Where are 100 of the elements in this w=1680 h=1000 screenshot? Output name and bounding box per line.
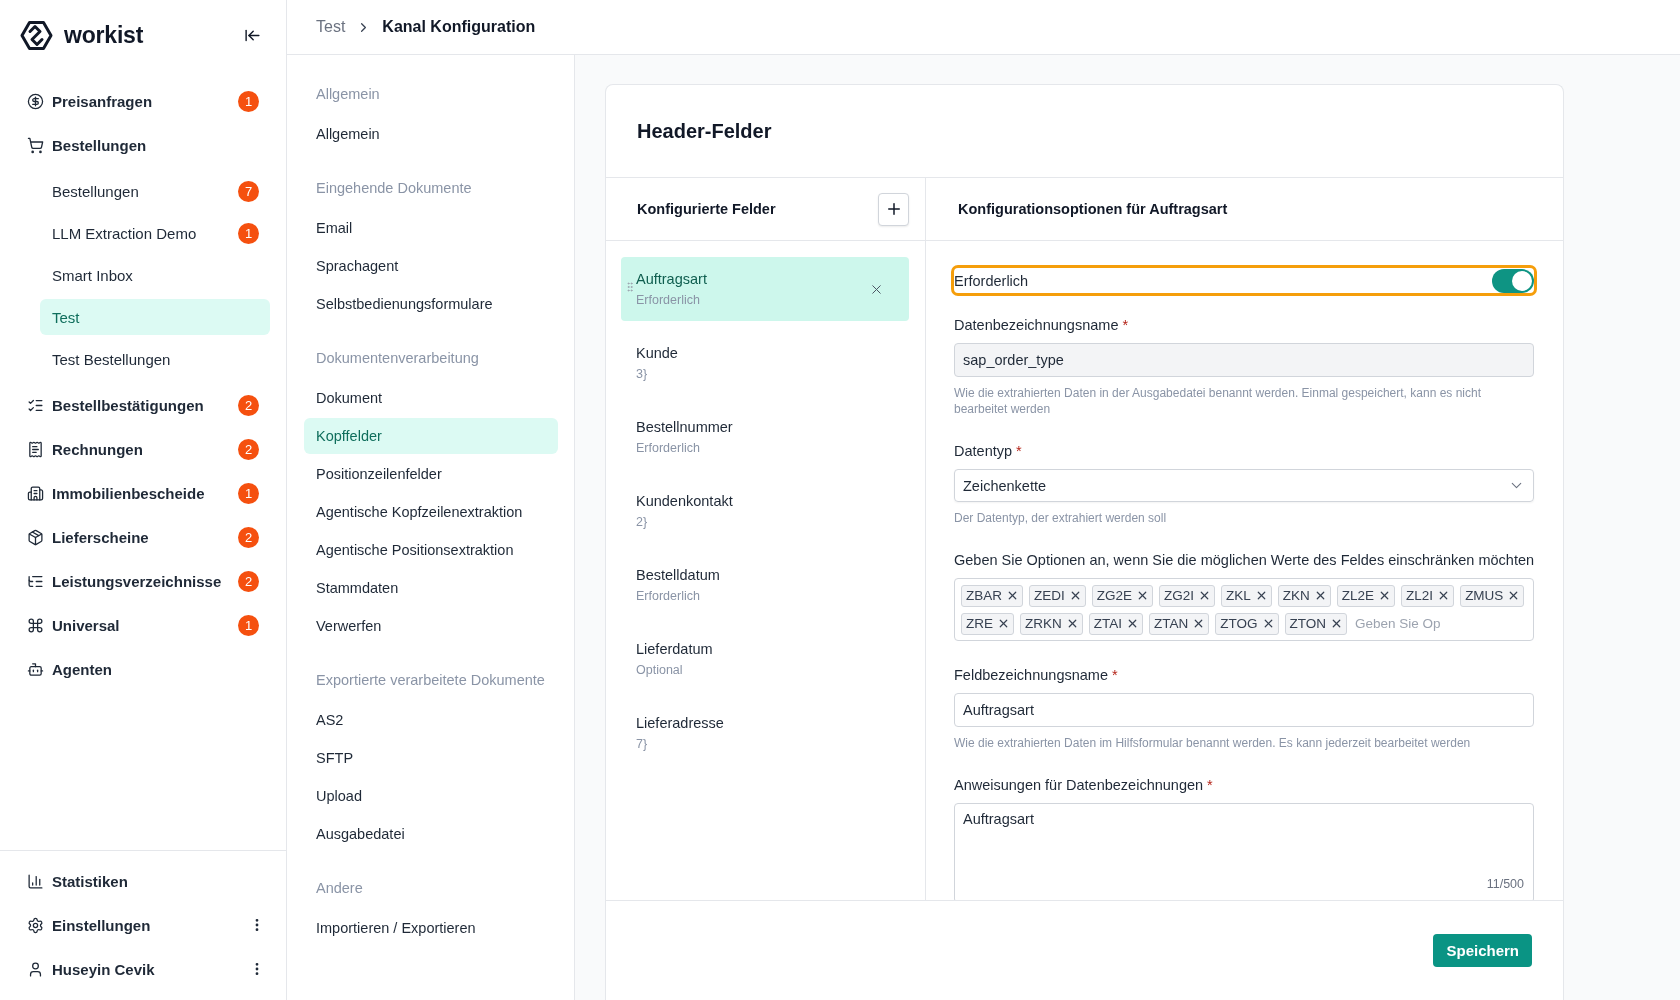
nav-item[interactable]: Statistiken bbox=[0, 859, 286, 903]
count-badge: 1 bbox=[238, 614, 259, 636]
close-icon[interactable] bbox=[997, 617, 1010, 630]
nav-item[interactable]: Universal 1 bbox=[0, 603, 286, 647]
settings-nav-item[interactable]: Stammdaten bbox=[304, 570, 558, 606]
nav-item[interactable]: Bestellungen bbox=[0, 123, 286, 167]
settings-nav-item[interactable]: Importieren / Exportieren bbox=[304, 910, 558, 946]
nav-subitem[interactable]: Smart Inbox bbox=[40, 257, 270, 293]
option-tag[interactable]: ZMUS bbox=[1460, 584, 1525, 607]
column-title: Konfigurierte Felder bbox=[637, 201, 776, 217]
settings-nav-item[interactable]: Upload bbox=[304, 778, 558, 814]
nav-item[interactable]: Rechnungen 2 bbox=[0, 427, 286, 471]
settings-nav-item[interactable]: Sprachagent bbox=[304, 248, 558, 284]
option-tag[interactable]: ZRE bbox=[961, 612, 1014, 635]
nav-subitem[interactable]: Test bbox=[40, 299, 270, 335]
nav-item[interactable]: Leistungsverzeichnisse 2 bbox=[0, 559, 286, 603]
settings-nav-item[interactable]: Agentische Kopfzeilenextraktion bbox=[304, 494, 558, 530]
section-heading: Eingehende Dokumente bbox=[315, 179, 473, 198]
option-tag[interactable]: ZRKN bbox=[1020, 612, 1083, 635]
help-text: Der Datentyp, der extrahiert werden soll bbox=[954, 510, 1168, 526]
field-label: Anweisungen für Datenbezeichnungen * bbox=[954, 776, 1214, 795]
toggle-switch[interactable] bbox=[1492, 268, 1534, 293]
settings-nav-item[interactable]: Allgemein bbox=[304, 116, 558, 152]
robot-icon bbox=[27, 660, 44, 678]
option-tag[interactable]: ZG2E bbox=[1091, 584, 1154, 607]
option-tag[interactable]: ZL2I bbox=[1401, 584, 1455, 607]
close-icon[interactable] bbox=[1006, 589, 1019, 602]
field-list-item[interactable]: Lieferadresse 7} bbox=[621, 701, 909, 765]
field-list-item[interactable]: Lieferdatum Optional bbox=[621, 627, 909, 691]
option-tag[interactable]: ZL2E bbox=[1336, 584, 1396, 607]
card-title: Header-Felder bbox=[637, 119, 772, 143]
nav-item[interactable]: Einstellungen bbox=[0, 903, 286, 947]
settings-nav-item[interactable]: Selbstbedienungsformulare bbox=[304, 286, 558, 322]
field-list-item[interactable]: Bestelldatum Erforderlich bbox=[621, 553, 909, 617]
select-field[interactable]: Zeichenkette bbox=[954, 469, 1534, 502]
dollar-circle-icon bbox=[27, 92, 44, 110]
section-heading: Andere bbox=[315, 879, 364, 898]
settings-icon bbox=[27, 916, 44, 934]
field-list-item[interactable]: Kunde 3} bbox=[621, 331, 909, 395]
field-list-item[interactable]: Auftragsart Erforderlich bbox=[621, 257, 909, 321]
count-badge: 7 bbox=[238, 180, 259, 202]
cart-icon bbox=[27, 136, 44, 154]
logo-text: workist bbox=[64, 21, 144, 49]
count-badge: 1 bbox=[238, 482, 259, 504]
nav-item[interactable]: Lieferscheine 2 bbox=[0, 515, 286, 559]
settings-nav-item[interactable]: Kopffelder bbox=[304, 418, 558, 454]
settings-nav-item[interactable]: SFTP bbox=[304, 740, 558, 776]
option-tag[interactable]: ZTOG bbox=[1215, 612, 1279, 635]
option-tag[interactable]: ZTAI bbox=[1088, 612, 1143, 635]
nav-item[interactable]: Immobilienbescheide 1 bbox=[0, 471, 286, 515]
nav-item[interactable]: Preisanfragen 1 bbox=[0, 79, 286, 123]
field-list-item[interactable]: Kundenkontakt 2} bbox=[621, 479, 909, 543]
character-counter: 11/500 bbox=[1486, 877, 1524, 891]
count-badge: 1 bbox=[238, 90, 259, 112]
breadcrumb-link[interactable]: Test bbox=[316, 18, 346, 36]
settings-nav-item[interactable]: Ausgabedatei bbox=[304, 816, 558, 852]
command-icon bbox=[27, 616, 44, 634]
option-tag[interactable]: ZTAN bbox=[1149, 612, 1210, 635]
tags-field[interactable]: ZBAR ZEDI ZG2E ZG2I ZKL ZKN ZL2E ZL2I ZMUS ZRE ZRKN ZTAI ZTAN ZTOG ZTON Geben Sie Op bbox=[954, 578, 1534, 641]
bar-chart-icon bbox=[27, 872, 44, 890]
nav-item[interactable]: Huseyin Cevik bbox=[0, 947, 286, 991]
option-tag[interactable]: ZKL bbox=[1221, 584, 1272, 607]
section-heading: Exportierte verarbeitete Dokumente bbox=[315, 671, 546, 690]
section-heading: Allgemein bbox=[315, 85, 381, 104]
settings-nav-item[interactable]: Positionzeilenfelder bbox=[304, 456, 558, 492]
settings-nav-item[interactable]: AS2 bbox=[304, 702, 558, 738]
count-badge: 2 bbox=[238, 438, 259, 460]
count-badge: 2 bbox=[238, 570, 259, 592]
receipt-icon bbox=[27, 440, 44, 458]
help-text: Wie die extrahierten Daten im Hilfsformular benannt werden. Es kann jederzeit bearbeitet werden bbox=[954, 735, 1472, 751]
field-list-item[interactable]: Bestellnummer Erforderlich bbox=[621, 405, 909, 469]
settings-nav-item[interactable]: Dokument bbox=[304, 380, 558, 416]
count-badge: 2 bbox=[238, 394, 259, 416]
option-tag[interactable]: ZKN bbox=[1277, 584, 1331, 607]
nav-subitem[interactable]: Bestellungen 7 bbox=[40, 173, 270, 209]
package-icon bbox=[27, 528, 44, 546]
add-field-button[interactable] bbox=[878, 192, 909, 226]
option-tag[interactable]: ZEDI bbox=[1029, 584, 1086, 607]
nav-subitem[interactable]: Test Bestellungen bbox=[40, 341, 270, 377]
building-icon bbox=[27, 484, 44, 502]
user-icon bbox=[27, 960, 44, 978]
text-input[interactable]: Auftragsart bbox=[954, 693, 1534, 727]
option-tag[interactable]: ZBAR bbox=[961, 584, 1023, 607]
nav-item[interactable]: Agenten bbox=[0, 647, 286, 691]
grip-icon[interactable] bbox=[624, 281, 636, 293]
nav-subitem[interactable]: LLM Extraction Demo 1 bbox=[40, 215, 270, 251]
close-icon[interactable] bbox=[1330, 617, 1343, 630]
close-icon[interactable] bbox=[1126, 617, 1139, 630]
logo-icon bbox=[20, 19, 53, 51]
nav-item[interactable]: Bestellbestätigungen 2 bbox=[0, 383, 286, 427]
field-label: Datentyp * bbox=[954, 442, 1023, 461]
settings-nav-item[interactable]: Verwerfen bbox=[304, 608, 558, 644]
settings-nav-item[interactable]: Agentische Positionsextraktion bbox=[304, 532, 558, 568]
save-button[interactable]: Speichern bbox=[1433, 934, 1532, 967]
field-label: Feldbezeichnungsname * bbox=[954, 666, 1119, 685]
help-text: Wie die extrahierten Daten in der Ausgabedatei benannt werden. Einmal gespeichert, kann es nicht bearbeitet werden bbox=[954, 385, 1482, 417]
field-label: Datenbezeichnungsname * bbox=[954, 316, 1130, 335]
settings-nav-item[interactable]: Email bbox=[304, 210, 558, 246]
option-tag[interactable]: ZG2I bbox=[1159, 584, 1216, 607]
option-tag[interactable]: ZTON bbox=[1284, 612, 1347, 635]
